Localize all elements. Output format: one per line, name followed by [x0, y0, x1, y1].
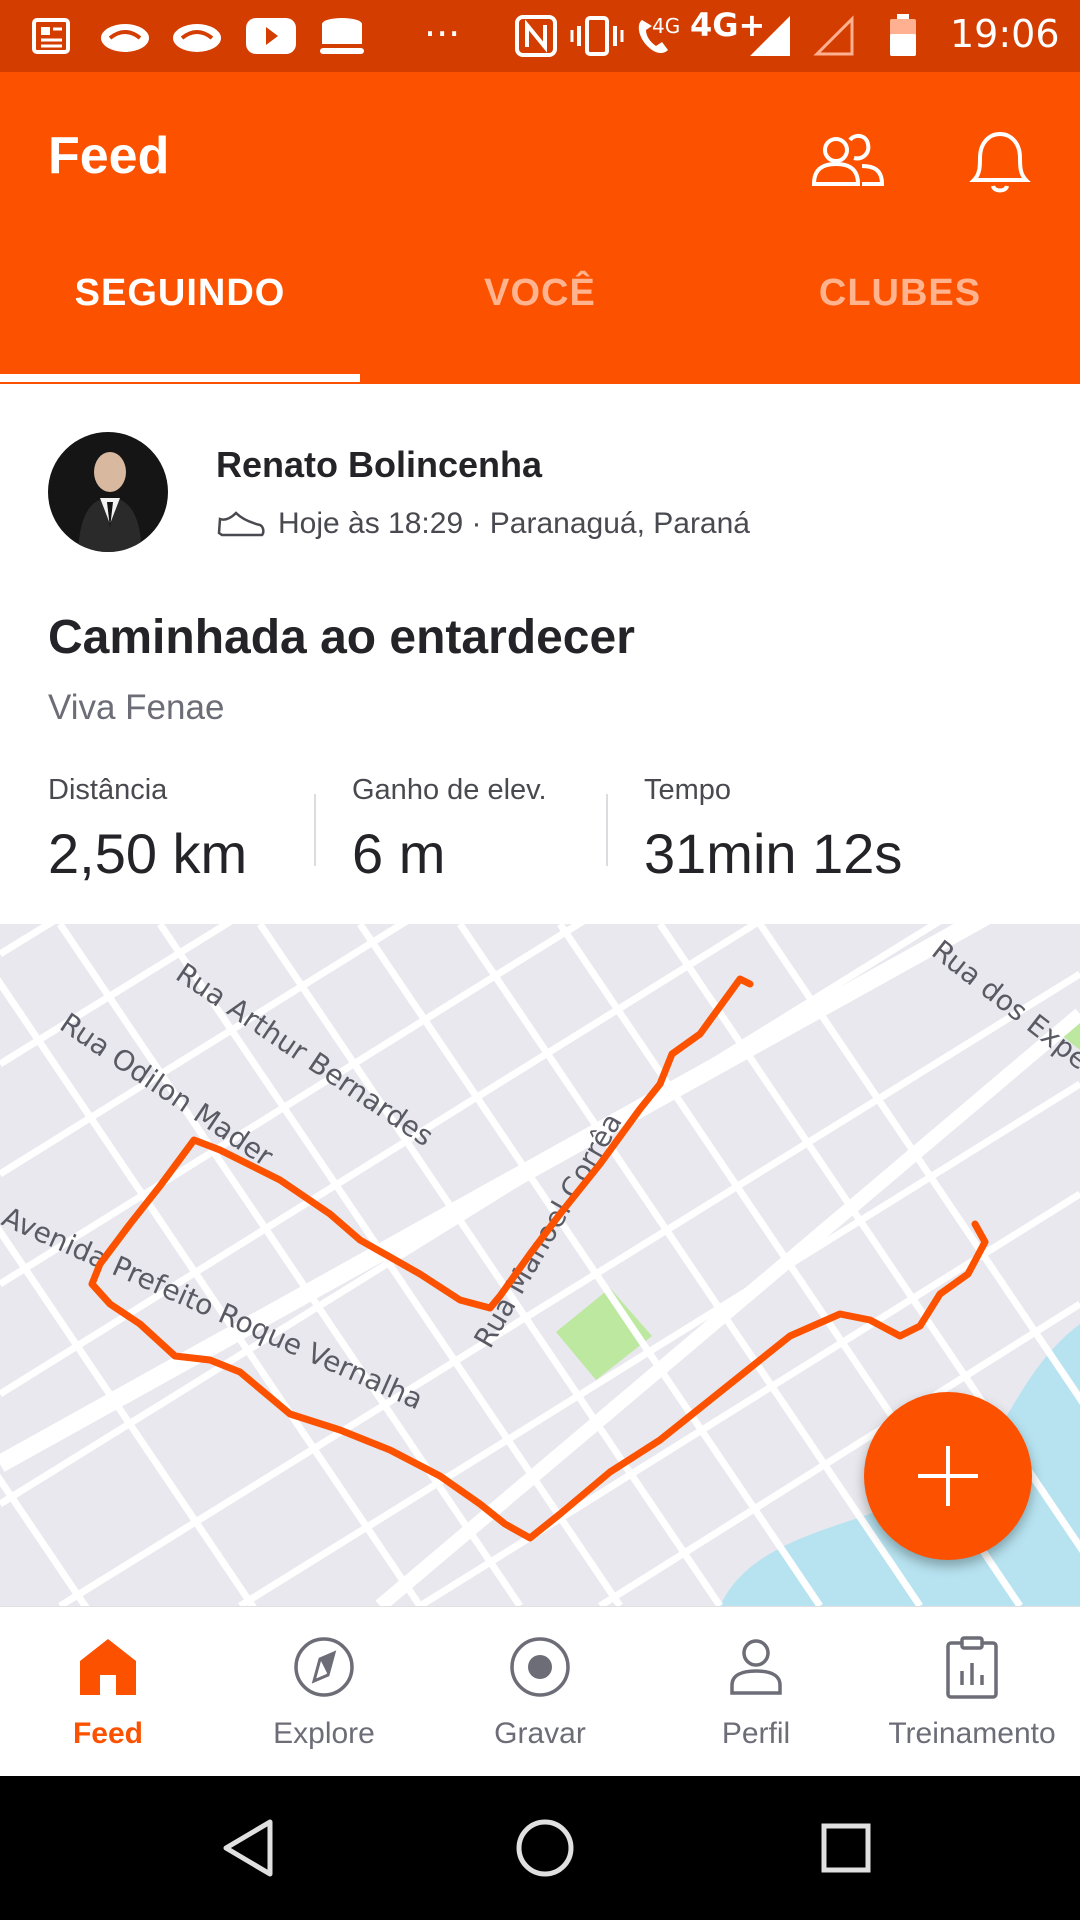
stat-value: 31min 12s [644, 822, 903, 885]
stat-time: Tempo 31min 12s [644, 774, 902, 886]
compass-icon [294, 1637, 354, 1697]
nav-label: Gravar [494, 1717, 586, 1750]
status-bar: ··· 4G 4G+ 19:06 [0, 0, 1080, 72]
nav-gravar[interactable]: Gravar [432, 1607, 648, 1777]
nav-treinamento[interactable]: Treinamento [864, 1607, 1080, 1777]
bank-icon [173, 24, 221, 52]
stat-value: 2,50 km [48, 822, 248, 885]
nfc-icon [515, 15, 557, 57]
home-circle-icon [516, 1819, 574, 1877]
stat-label: Distância [48, 774, 168, 806]
home-button[interactable] [509, 1812, 581, 1884]
active-tab-indicator [0, 374, 360, 382]
bottom-nav: Feed Explore Gravar Perfil Treinamento [0, 1606, 1080, 1776]
youtube-icon [246, 18, 296, 54]
shoe-icon [217, 511, 265, 537]
activity-card[interactable]: Renato Bolincenha Hoje às 18:29 · Parana… [0, 384, 1080, 924]
add-activity-button[interactable] [864, 1392, 1032, 1560]
system-nav-bar [0, 1776, 1080, 1920]
app-header: Feed SEGUINDO VOCÊ CLUBES [0, 72, 1080, 384]
activity-date-location: Hoje às 18:29 · Paranaguá, Paraná [278, 507, 750, 540]
stat-divider [314, 794, 316, 866]
tab-clubes[interactable]: CLUBES [720, 272, 1080, 315]
activity-description: Viva Fenae [48, 688, 225, 727]
page-title: Feed [48, 127, 170, 185]
back-button[interactable] [212, 1812, 284, 1884]
bank-icon [101, 24, 149, 52]
people-icon [811, 133, 885, 186]
news-icon [32, 18, 70, 54]
activity-meta: Hoje às 18:29 · Paranaguá, Paraná [216, 502, 750, 546]
notifications-button[interactable] [960, 122, 1040, 202]
bell-icon [969, 131, 1031, 193]
stat-label: Ganho de elev. [352, 774, 547, 806]
hat-icon [320, 18, 364, 54]
clock: 19:06 [950, 12, 1060, 56]
athlete-name[interactable]: Renato Bolincenha [216, 444, 542, 486]
back-icon [223, 1819, 273, 1877]
nav-label: Perfil [721, 1717, 791, 1750]
athlete-avatar[interactable] [48, 432, 168, 552]
tab-voce[interactable]: VOCÊ [360, 272, 720, 315]
recents-button[interactable] [810, 1812, 882, 1884]
tab-seguindo[interactable]: SEGUINDO [0, 272, 360, 315]
recents-icon [821, 1823, 871, 1873]
stat-distance: Distância 2,50 km [48, 774, 247, 886]
clipboard-chart-icon [946, 1636, 998, 1699]
nav-label: Treinamento [888, 1717, 1056, 1750]
home-icon [80, 1639, 136, 1695]
plus-icon [918, 1446, 978, 1506]
activity-title[interactable]: Caminhada ao entardecer [48, 610, 635, 665]
nav-label: Feed [72, 1717, 144, 1750]
stat-elevation: Ganho de elev. 6 m [352, 774, 547, 886]
find-friends-button[interactable] [806, 122, 886, 202]
record-icon [510, 1637, 570, 1697]
battery-icon [890, 14, 916, 56]
network-type-small: 4G [652, 14, 681, 38]
nav-perfil[interactable]: Perfil [648, 1607, 864, 1777]
signal-empty-icon [813, 15, 854, 56]
stat-label: Tempo [644, 774, 732, 806]
nav-explore[interactable]: Explore [216, 1607, 432, 1777]
stat-value: 6 m [352, 822, 446, 885]
vibrate-icon [570, 16, 624, 56]
stat-divider [606, 794, 608, 866]
more-notifications-indicator: ··· [424, 12, 461, 56]
nav-feed[interactable]: Feed [0, 1607, 216, 1777]
signal-icon [750, 16, 790, 56]
screen: ··· 4G 4G+ 19:06 Feed SEGUINDO VOCÊ CLUB… [0, 0, 1080, 1920]
nav-label: Explore [273, 1717, 375, 1750]
person-icon [730, 1639, 782, 1695]
